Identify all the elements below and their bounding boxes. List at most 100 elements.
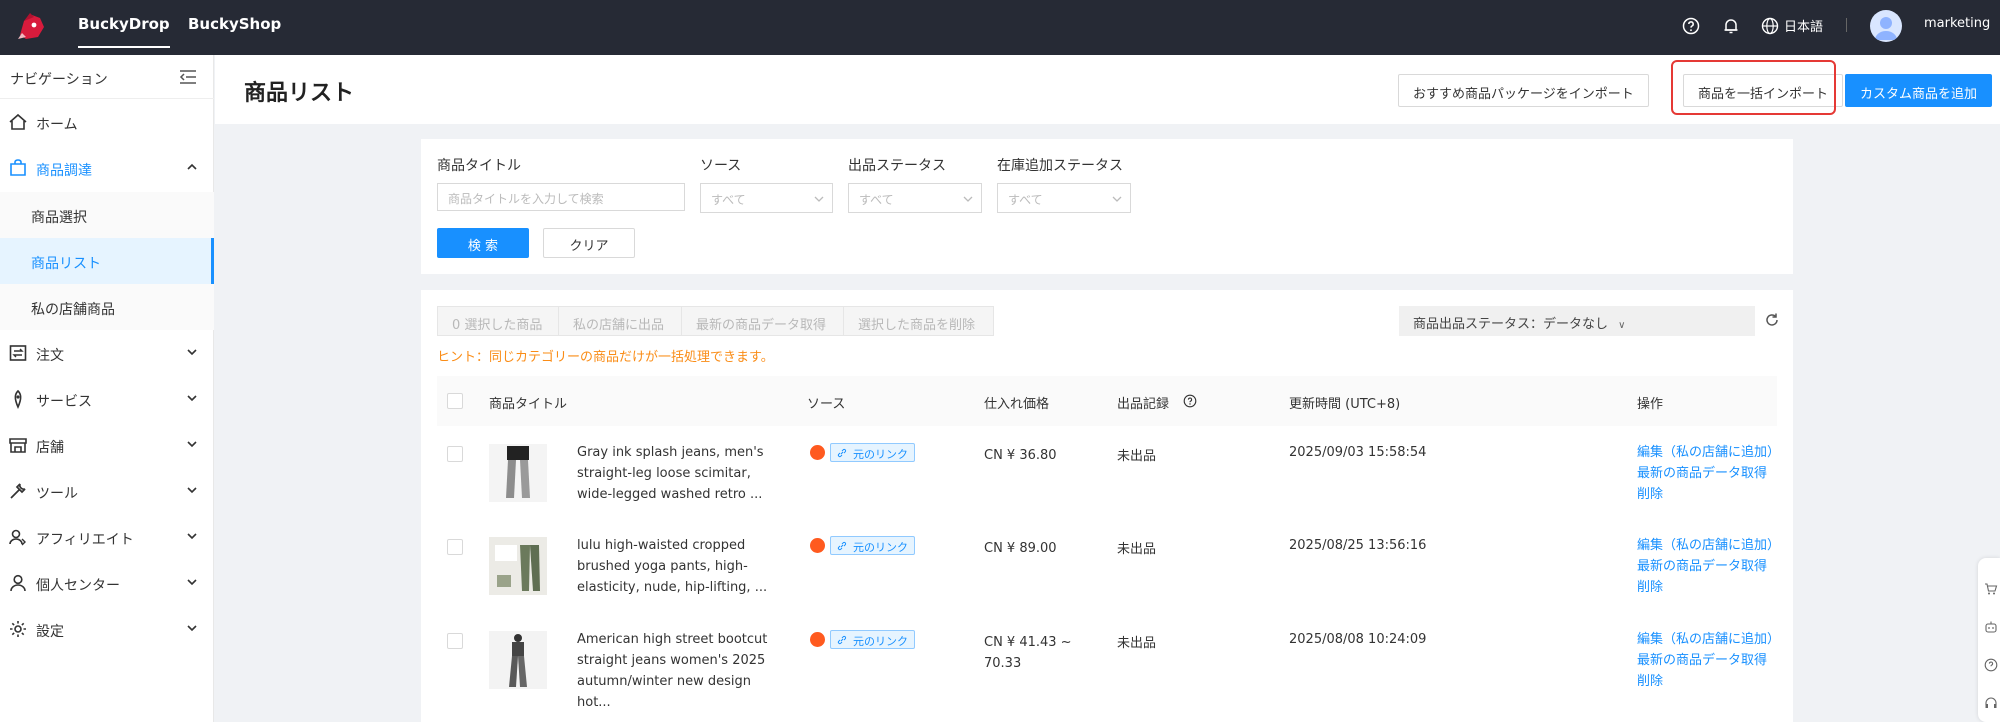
- collapse-menu-icon[interactable]: [178, 67, 198, 87]
- listing-status-dropdown[interactable]: 商品出品ステータス：データなし ∨: [1399, 306, 1755, 336]
- sidebar-subitem-my-store-products[interactable]: 私の店舗商品: [0, 284, 214, 330]
- sidebar-subitem-label: 商品リスト: [31, 256, 101, 272]
- title-search-input[interactable]: 商品タイトルを入力して検索: [437, 183, 685, 211]
- delete-link[interactable]: 削除: [1637, 671, 1780, 692]
- listing-record: 未出品: [1117, 636, 1157, 651]
- row-checkbox[interactable]: [447, 539, 463, 555]
- product-title[interactable]: Gray ink splash jeans, men's straight-le…: [577, 442, 787, 505]
- chevron-down-icon: ∨: [1618, 320, 1626, 331]
- help-icon[interactable]: [1984, 658, 1998, 672]
- edit-add-to-store-link[interactable]: 編集（私の店舗に追加）: [1637, 629, 1780, 650]
- sidebar-item-orders[interactable]: 注文: [0, 330, 214, 376]
- fetch-latest-data-link[interactable]: 最新の商品データ取得: [1637, 556, 1780, 577]
- buckydrop-logo[interactable]: [14, 9, 50, 45]
- delete-link[interactable]: 削除: [1637, 484, 1780, 505]
- original-link[interactable]: 元のリンク: [830, 630, 915, 649]
- highlight-box: [1671, 60, 1836, 115]
- tool-icon: [10, 483, 26, 499]
- sidebar-item-tools[interactable]: ツール: [0, 468, 214, 514]
- cart-icon[interactable]: [1984, 582, 1998, 596]
- product-image: [489, 444, 547, 502]
- sidebar-item-settings[interactable]: 設定: [0, 606, 214, 652]
- product-title[interactable]: lulu high-waisted cropped brushed yoga p…: [577, 535, 787, 598]
- sidebar: ナビゲーション ホーム 商品調達 商品選択 商品リスト 私の店舗商品 注文 サー…: [0, 55, 214, 722]
- fetch-latest-data-link[interactable]: 最新の商品データ取得: [1637, 650, 1780, 671]
- list-to-store-button[interactable]: 私の店舗に出品: [558, 306, 682, 336]
- bulk-hint-text: ヒント：同じカテゴリーの商品だけが一括処理できます。: [437, 350, 774, 365]
- sidebar-item-service[interactable]: サービス: [0, 376, 214, 422]
- original-link[interactable]: 元のリンク: [830, 443, 915, 462]
- purchase-price: CN ¥ 41.43 ~ 70.33: [984, 635, 1072, 671]
- sidebar-item-affiliate[interactable]: アフィリエイト: [0, 514, 214, 560]
- help-icon[interactable]: [1183, 394, 1197, 408]
- sidebar-item-label: 個人センター: [36, 578, 120, 594]
- import-recommended-package-button[interactable]: おすすめ商品パッケージをインポート: [1398, 74, 1649, 107]
- language-selector[interactable]: 日本語: [1784, 16, 1823, 35]
- selected-count-button[interactable]: 0 選択した商品: [437, 306, 559, 336]
- sidebar-subitem-product-list[interactable]: 商品リスト: [0, 238, 214, 284]
- product-thumbnail[interactable]: [489, 444, 547, 502]
- link-icon: [837, 448, 847, 458]
- link-icon: [837, 541, 847, 551]
- sidebar-item-personal-center[interactable]: 個人センター: [0, 560, 214, 606]
- row-checkbox[interactable]: [447, 446, 463, 462]
- stock-status-select[interactable]: すべて: [997, 183, 1131, 213]
- chevron-down-icon: [187, 349, 197, 356]
- fetch-latest-data-button[interactable]: 最新の商品データ取得: [681, 306, 844, 336]
- divider: [1846, 18, 1847, 32]
- updated-time: 2025/08/08 10:24:09: [1289, 632, 1427, 647]
- avatar[interactable]: [1870, 10, 1902, 42]
- row-checkbox[interactable]: [447, 633, 463, 649]
- select-all-checkbox[interactable]: [447, 393, 463, 409]
- tab-buckyshop[interactable]: BuckyShop: [188, 15, 281, 33]
- purchase-price: CN ¥ 89.00: [984, 541, 1057, 556]
- listing-status-select[interactable]: すべて: [848, 183, 982, 213]
- source-select-value: すべて: [711, 193, 746, 207]
- bell-icon[interactable]: [1721, 16, 1741, 36]
- chevron-down-icon: [814, 196, 824, 202]
- sidebar-item-label: 商品調達: [36, 163, 92, 179]
- purchase-price: CN ¥ 36.80: [984, 448, 1057, 463]
- delete-selected-button[interactable]: 選択した商品を削除: [843, 306, 994, 336]
- chevron-down-icon: [187, 533, 197, 540]
- sidebar-item-sourcing[interactable]: 商品調達: [0, 145, 214, 191]
- search-button[interactable]: 検 索: [437, 228, 529, 258]
- floating-toolbar: [1978, 558, 2000, 722]
- refresh-icon[interactable]: [1763, 311, 1781, 329]
- help-icon[interactable]: [1681, 16, 1701, 36]
- original-link[interactable]: 元のリンク: [830, 536, 915, 555]
- clear-button[interactable]: クリア: [543, 228, 635, 258]
- fetch-latest-data-link[interactable]: 最新の商品データ取得: [1637, 463, 1780, 484]
- column-header-listing-record: 出品記録: [1117, 397, 1170, 412]
- tab-buckydrop[interactable]: BuckyDrop: [78, 15, 170, 48]
- service-icon: [14, 389, 22, 409]
- delete-link[interactable]: 削除: [1637, 577, 1780, 598]
- sidebar-item-label: アフィリエイト: [36, 532, 134, 548]
- listing-status-dropdown-label: 商品出品ステータス：データなし: [1413, 317, 1609, 332]
- product-thumbnail[interactable]: [489, 537, 547, 595]
- globe-icon[interactable]: [1760, 16, 1780, 36]
- product-title[interactable]: American high street bootcut straight je…: [577, 629, 787, 713]
- chevron-down-icon: [187, 487, 197, 494]
- product-thumbnail[interactable]: [489, 631, 547, 689]
- column-header-actions: 操作: [1637, 397, 1664, 412]
- stock-status-label: 在庫追加ステータス: [997, 158, 1123, 174]
- sidebar-item-home[interactable]: ホーム: [0, 99, 214, 145]
- chevron-down-icon: [1112, 196, 1122, 202]
- robot-icon[interactable]: [1984, 620, 1998, 634]
- sidebar-item-store[interactable]: 店舗: [0, 422, 214, 468]
- edit-add-to-store-link[interactable]: 編集（私の店舗に追加）: [1637, 442, 1780, 463]
- source-1688-icon: [810, 538, 825, 553]
- edit-add-to-store-link[interactable]: 編集（私の店舗に追加）: [1637, 535, 1780, 556]
- table-header: 商品タイトル ソース 仕入れ価格 出品記録 更新時間 (UTC+8) 操作: [437, 376, 1777, 426]
- stock-status-value: すべて: [1008, 193, 1043, 207]
- source-select[interactable]: すべて: [700, 183, 833, 213]
- settings-icon: [10, 621, 26, 637]
- headset-icon[interactable]: [1984, 696, 1998, 710]
- listing-record: 未出品: [1117, 449, 1157, 464]
- chevron-up-icon: [187, 163, 197, 170]
- sidebar-subitem-selection[interactable]: 商品選択: [0, 192, 214, 238]
- add-custom-product-button[interactable]: カスタム商品を追加: [1845, 74, 1993, 107]
- filter-panel: 商品タイトル 商品タイトルを入力して検索 ソース すべて 出品ステータス すべて…: [421, 139, 1793, 274]
- user-name[interactable]: marketing: [1924, 16, 1990, 31]
